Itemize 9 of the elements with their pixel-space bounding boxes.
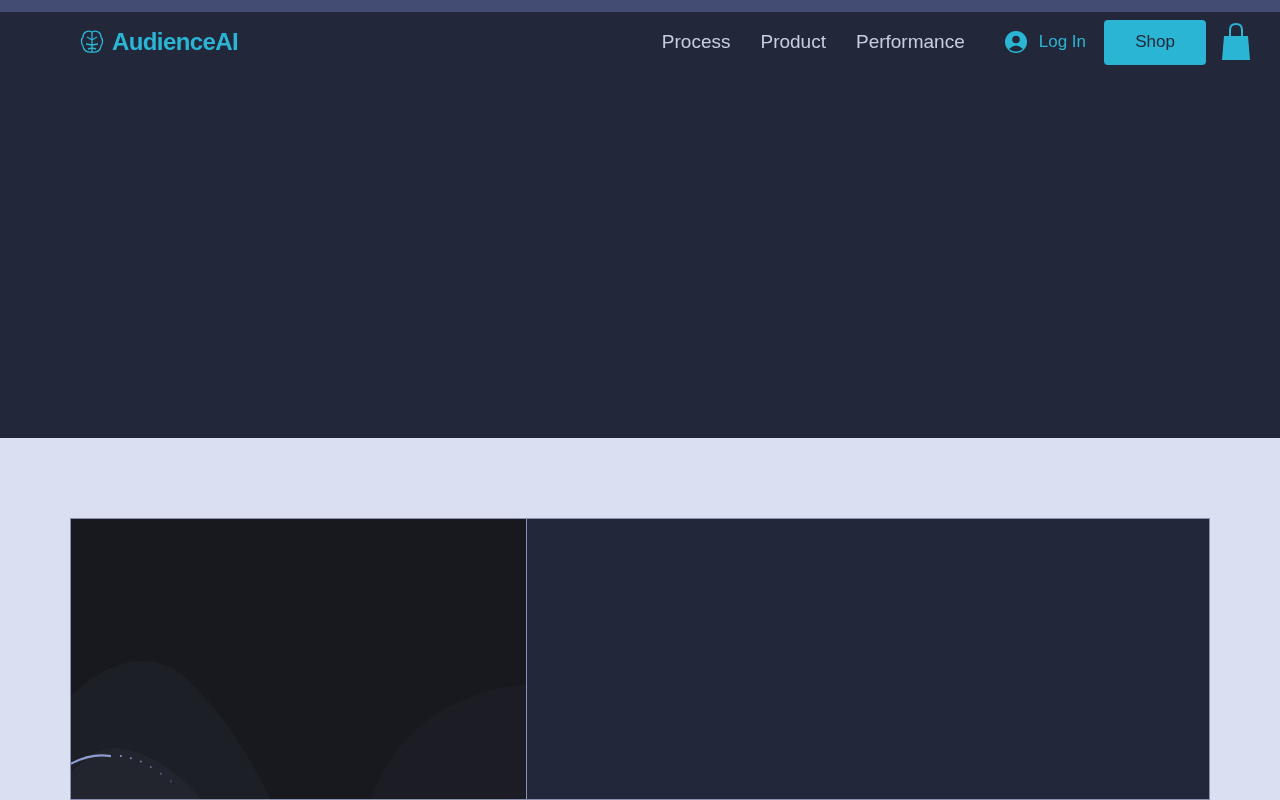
brain-icon: [80, 29, 104, 56]
nav-link[interactable]: Performance: [855, 27, 965, 57]
login-link[interactable]: Log In: [1004, 29, 1086, 55]
user-icon: [1004, 31, 1027, 54]
nav-link[interactable]: Process: [661, 27, 731, 57]
logo-text[interactable]: AudienceAI: [112, 24, 239, 61]
shop-button[interactable]: Shop: [1104, 19, 1206, 65]
shopping-bag-icon[interactable]: [1220, 22, 1252, 63]
nav-link[interactable]: Product: [760, 27, 826, 57]
